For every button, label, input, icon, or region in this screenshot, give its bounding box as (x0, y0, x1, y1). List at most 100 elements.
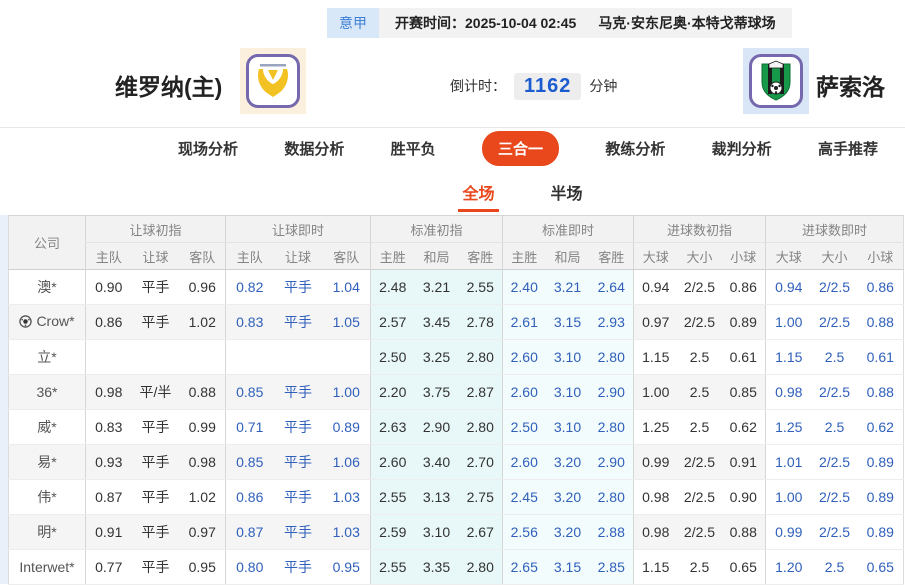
odds-cell[interactable]: 0.97 (179, 514, 226, 550)
nav-tab-5[interactable]: 裁判分析 (712, 138, 772, 159)
odds-cell[interactable]: 0.88 (857, 304, 904, 340)
odds-cell[interactable]: 2.60 (502, 374, 546, 410)
odds-cell[interactable]: 1.20 (765, 549, 812, 585)
nav-tab-1[interactable]: 数据分析 (284, 138, 344, 159)
odds-cell[interactable]: 2.60 (370, 444, 415, 480)
odds-cell[interactable]: 0.61 (721, 339, 766, 375)
odds-cell[interactable]: 1.00 (765, 479, 812, 515)
odds-cell[interactable]: 0.89 (857, 479, 904, 515)
odds-cell[interactable]: 1.02 (179, 304, 226, 340)
odds-cell[interactable]: 0.98 (765, 374, 812, 410)
odds-cell[interactable]: 0.94 (765, 269, 812, 305)
odds-cell[interactable]: 平手 (131, 304, 180, 340)
odds-cell[interactable]: 0.93 (85, 444, 132, 480)
odds-cell[interactable]: 2.60 (502, 339, 546, 375)
odds-cell[interactable]: 0.95 (179, 549, 226, 585)
odds-cell[interactable]: 2.5 (811, 409, 858, 445)
odds-cell[interactable]: 2.85 (589, 549, 634, 585)
odds-cell[interactable]: 2.60 (502, 444, 546, 480)
odds-cell[interactable]: 2.70 (458, 444, 503, 480)
odds-cell[interactable]: 1.00 (322, 374, 371, 410)
odds-cell[interactable]: 0.65 (721, 549, 766, 585)
company-cell[interactable]: 立* (8, 339, 86, 375)
odds-cell[interactable]: 3.20 (545, 479, 590, 515)
odds-cell[interactable]: 0.65 (857, 549, 904, 585)
nav-tab-4[interactable]: 教练分析 (605, 138, 665, 159)
odds-cell[interactable]: 0.85 (225, 444, 274, 480)
odds-cell[interactable]: 2.67 (458, 514, 503, 550)
odds-cell[interactable]: 2/2.5 (811, 514, 858, 550)
odds-cell[interactable]: 2.80 (589, 479, 634, 515)
odds-cell[interactable]: 2/2.5 (677, 304, 722, 340)
odds-cell[interactable]: 2.93 (589, 304, 634, 340)
odds-cell[interactable]: 3.10 (545, 339, 590, 375)
odds-cell[interactable]: 2/2.5 (811, 444, 858, 480)
odds-cell[interactable]: 1.05 (322, 304, 371, 340)
odds-cell[interactable]: 1.25 (633, 409, 678, 445)
odds-cell[interactable]: 3.21 (414, 269, 459, 305)
odds-cell[interactable]: 2.55 (458, 269, 503, 305)
league-badge[interactable]: 意甲 (327, 8, 379, 38)
company-cell[interactable]: 36* (8, 374, 86, 410)
odds-cell[interactable]: 2.90 (589, 374, 634, 410)
odds-cell[interactable]: 0.90 (85, 269, 132, 305)
odds-cell[interactable]: 2.5 (811, 339, 858, 375)
odds-cell[interactable]: 3.25 (414, 339, 459, 375)
odds-cell[interactable]: 2.61 (502, 304, 546, 340)
odds-cell[interactable]: 2.40 (502, 269, 546, 305)
odds-cell[interactable]: 1.15 (633, 549, 678, 585)
odds-cell[interactable]: 2.80 (589, 339, 634, 375)
odds-cell[interactable]: 0.62 (721, 409, 766, 445)
odds-cell[interactable]: 0.71 (225, 409, 274, 445)
odds-cell[interactable]: 3.75 (414, 374, 459, 410)
odds-cell[interactable]: 1.15 (765, 339, 812, 375)
odds-cell[interactable]: 0.62 (857, 409, 904, 445)
odds-cell[interactable]: 0.87 (225, 514, 274, 550)
odds-cell[interactable]: 0.88 (721, 514, 766, 550)
odds-cell[interactable]: 2.5 (677, 409, 722, 445)
odds-cell[interactable]: 1.04 (322, 269, 371, 305)
odds-cell[interactable]: 2.80 (458, 409, 503, 445)
odds-cell[interactable]: 0.98 (633, 514, 678, 550)
odds-cell[interactable]: 2.65 (502, 549, 546, 585)
odds-cell[interactable]: 2.87 (458, 374, 503, 410)
odds-cell[interactable]: 1.00 (633, 374, 678, 410)
odds-cell[interactable]: 2.5 (677, 374, 722, 410)
odds-cell[interactable]: 1.03 (322, 514, 371, 550)
odds-cell[interactable]: 2.20 (370, 374, 415, 410)
odds-cell[interactable]: 平手 (131, 549, 180, 585)
odds-cell[interactable]: 2/2.5 (677, 479, 722, 515)
odds-cell[interactable]: 2.80 (458, 339, 503, 375)
odds-cell[interactable]: 0.87 (85, 479, 132, 515)
odds-cell[interactable]: 3.21 (545, 269, 590, 305)
odds-cell[interactable]: 0.90 (721, 479, 766, 515)
home-team-logo[interactable] (240, 48, 306, 114)
odds-cell[interactable]: 2.63 (370, 409, 415, 445)
odds-cell[interactable]: 0.89 (857, 514, 904, 550)
odds-cell[interactable]: 0.95 (322, 549, 371, 585)
odds-cell[interactable]: 0.98 (633, 479, 678, 515)
odds-cell[interactable]: 2.56 (502, 514, 546, 550)
odds-cell[interactable]: 0.89 (322, 409, 371, 445)
company-cell[interactable]: Interwet* (8, 549, 86, 585)
odds-cell[interactable]: 0.97 (633, 304, 678, 340)
odds-cell[interactable]: 3.10 (545, 409, 590, 445)
odds-cell[interactable]: 2/2.5 (811, 479, 858, 515)
odds-cell[interactable]: 0.86 (721, 269, 766, 305)
odds-cell[interactable]: 2.5 (677, 339, 722, 375)
odds-cell[interactable]: 平手 (273, 514, 323, 550)
odds-cell[interactable]: 0.85 (225, 374, 274, 410)
odds-cell[interactable]: 平手 (273, 479, 323, 515)
odds-cell[interactable]: 平手 (273, 409, 323, 445)
odds-cell[interactable]: 2/2.5 (677, 444, 722, 480)
odds-cell[interactable]: 1.02 (179, 479, 226, 515)
odds-cell[interactable]: 3.40 (414, 444, 459, 480)
odds-cell[interactable]: 0.86 (225, 479, 274, 515)
odds-cell[interactable]: 0.89 (857, 444, 904, 480)
odds-cell[interactable]: 2/2.5 (677, 269, 722, 305)
odds-cell[interactable]: 2.50 (370, 339, 415, 375)
odds-cell[interactable] (225, 339, 274, 375)
odds-cell[interactable]: 2.75 (458, 479, 503, 515)
odds-cell[interactable]: 2.80 (589, 409, 634, 445)
company-cell[interactable]: 伟* (8, 479, 86, 515)
